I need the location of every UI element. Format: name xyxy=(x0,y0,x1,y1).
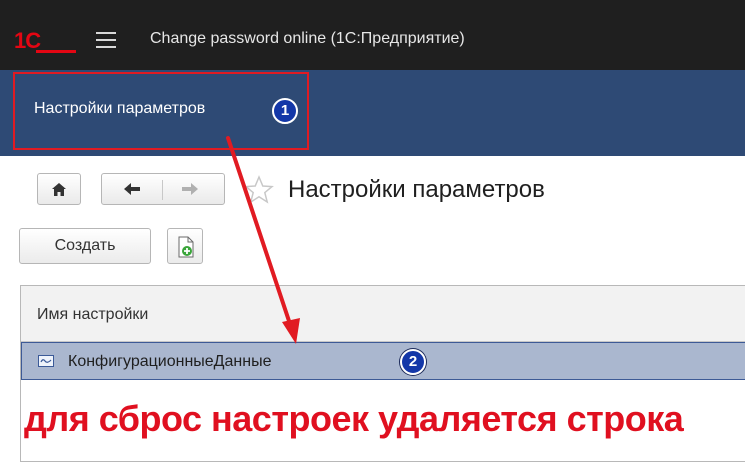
home-button[interactable] xyxy=(37,173,81,205)
window-title: Change password online (1С:Предприятие) xyxy=(150,30,465,47)
add-document-button[interactable] xyxy=(167,228,203,264)
star-icon[interactable] xyxy=(244,175,274,205)
title-bar: 1С Change password online (1С:Предприяти… xyxy=(0,0,745,70)
column-header-setting-name[interactable]: Имя настройки xyxy=(37,306,148,324)
section-item-label[interactable]: Настройки параметров xyxy=(34,100,205,118)
document-add-icon xyxy=(178,236,194,258)
row-label: КонфигурационныеДанные xyxy=(68,353,272,370)
annotation-text: для сброс настроек удаляется строка xyxy=(24,398,684,439)
home-icon xyxy=(52,183,66,196)
arrow-left-icon[interactable] xyxy=(122,181,142,197)
table-header: Имя настройки xyxy=(21,286,745,342)
page-title: Настройки параметров xyxy=(288,176,545,203)
step-badge-2: 2 xyxy=(400,349,426,375)
nav-divider xyxy=(162,180,163,200)
create-button[interactable]: Создать xyxy=(19,228,151,264)
arrow-right-icon[interactable] xyxy=(180,181,200,197)
step-badge-1: 1 xyxy=(272,98,298,124)
logo-underline xyxy=(36,50,76,53)
setting-row-icon xyxy=(38,355,54,367)
menu-icon[interactable] xyxy=(96,32,116,48)
history-navigation xyxy=(101,173,225,205)
table-row[interactable]: КонфигурационныеДанные xyxy=(21,342,745,380)
